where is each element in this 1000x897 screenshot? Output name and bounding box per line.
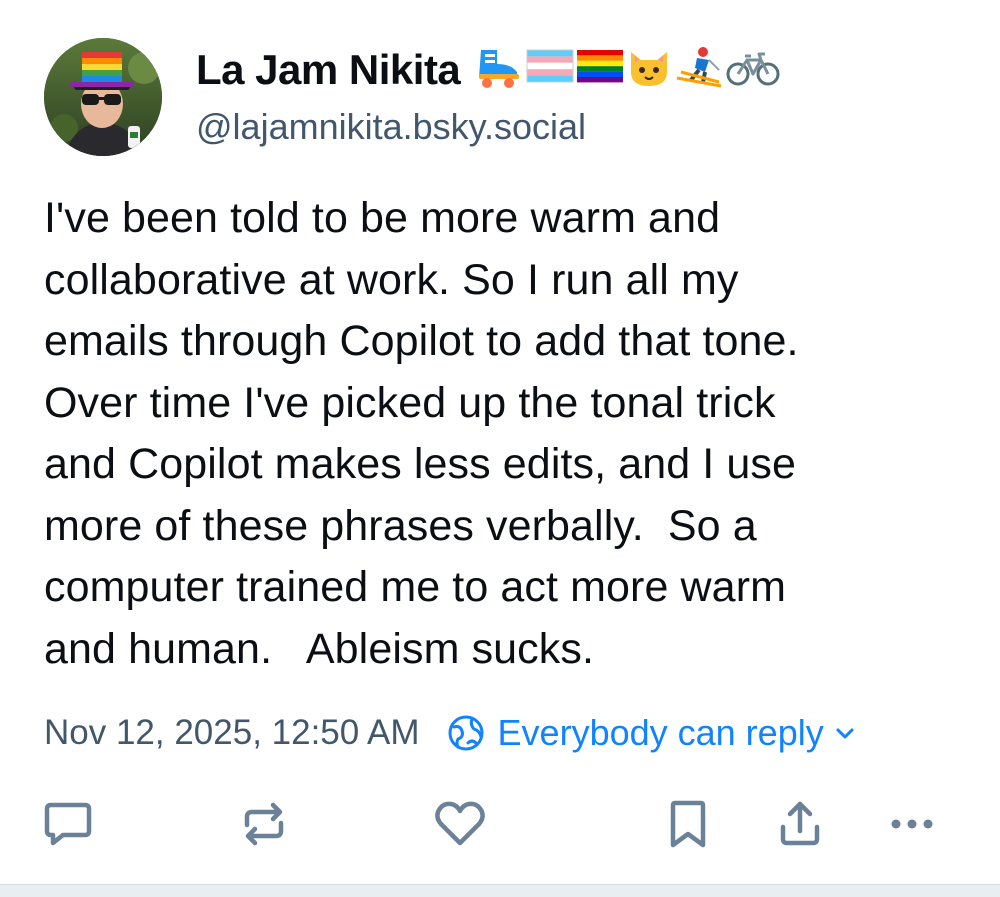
like-button[interactable] [430, 794, 490, 854]
reply-setting-label: Everybody can reply [497, 712, 824, 753]
skier-icon [677, 47, 722, 88]
post-timestamp[interactable]: Nov 12, 2025, 12:50 AM [44, 713, 420, 753]
avatar[interactable] [44, 38, 162, 156]
globe-icon [446, 713, 486, 753]
avatar-image [44, 38, 162, 156]
cat-face-icon [631, 52, 668, 86]
share-icon [780, 801, 820, 846]
name-emojis [473, 44, 781, 88]
share-button[interactable] [770, 794, 830, 854]
reply-icon [44, 802, 92, 846]
post-text: I've been told to be more warm and colla… [44, 194, 799, 673]
more-icon [891, 819, 933, 829]
post-meta-row: Nov 12, 2025, 12:50 AM Everybody can rep… [44, 705, 856, 761]
rainbow-flag-icon [577, 50, 624, 83]
repost-icon [244, 802, 284, 846]
reply-setting-button[interactable]: Everybody can reply [446, 712, 856, 754]
bookmark-icon [670, 800, 706, 848]
user-handle[interactable]: @lajamnikita.bsky.social [196, 106, 586, 148]
post-action-bar [0, 794, 1000, 854]
chevron-down-icon [834, 722, 856, 744]
display-name[interactable]: La Jam Nikita [196, 46, 461, 93]
more-options-button[interactable] [882, 794, 942, 854]
repost-button[interactable] [234, 794, 294, 854]
reply-button[interactable] [38, 794, 98, 854]
bookmark-button[interactable] [658, 794, 718, 854]
bicycle-icon [726, 52, 780, 86]
roller-skate-icon [479, 50, 520, 88]
divider [0, 884, 1000, 897]
like-icon [435, 801, 485, 846]
post-card: La Jam Nikita @lajamnikita.bsky.social I… [0, 0, 1000, 897]
display-name-row[interactable]: La Jam Nikita [196, 44, 781, 94]
transgender-flag-icon [526, 49, 574, 83]
